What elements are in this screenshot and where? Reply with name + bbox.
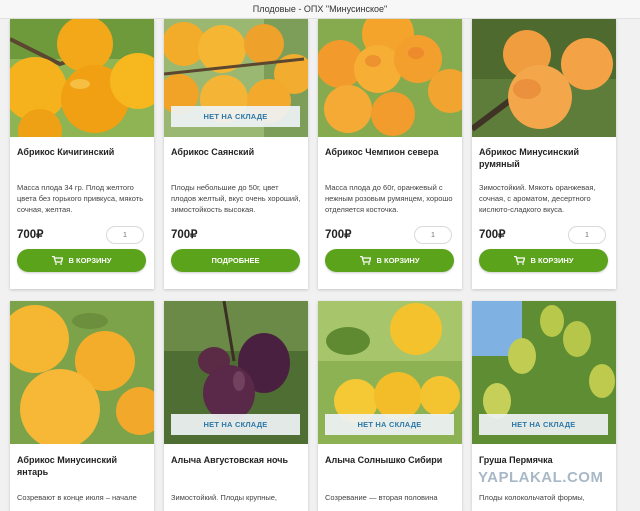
product-description: Плоды колокольчатой формы, — [479, 493, 585, 502]
out-of-stock-badge: НЕТ НА СКЛАДЕ — [171, 106, 300, 127]
product-card[interactable]: Абрикос Кичигинский Масса плода 34 гр. П… — [10, 19, 154, 289]
button-label: В КОРЗИНУ — [68, 256, 112, 265]
quantity-input[interactable]: 1 — [414, 226, 452, 244]
product-card[interactable]: Абрикос Минусинский румяный Зимостойкий.… — [472, 19, 616, 289]
product-description: Плоды небольшие до 50г, цвет плодов желт… — [171, 183, 301, 214]
product-image-apricot[interactable] — [318, 19, 462, 137]
product-image-apricot[interactable] — [472, 19, 616, 137]
product-image-apricot[interactable] — [10, 301, 154, 444]
watermark: YAPLAKAL.COM — [478, 469, 604, 486]
product-title[interactable]: Абрикос Минусинский румяный — [479, 146, 611, 170]
product-price: 700₽ — [17, 229, 44, 241]
out-of-stock-badge: НЕТ НА СКЛАДЕ — [171, 414, 300, 435]
product-description: Масса плода 34 гр. Плод желтого цвета бе… — [17, 183, 144, 214]
product-price: 700₽ — [479, 229, 506, 241]
product-card[interactable]: НЕТ НА СКЛАДЕ Абрикос Саянский Плоды неб… — [164, 19, 308, 289]
cart-icon — [51, 255, 63, 265]
product-description: Масса плода до 60г, оранжевый с нежным р… — [325, 183, 453, 214]
product-title[interactable]: Груша Пермячка — [479, 454, 611, 466]
product-card[interactable]: НЕТ НА СКЛАДЕ Алыча Солнышко Сибири Созр… — [318, 301, 462, 511]
product-card[interactable]: НЕТ НА СКЛАДЕ Алыча Августовская ночь Зи… — [164, 301, 308, 511]
product-title[interactable]: Абрикос Чемпион севера — [325, 146, 457, 158]
product-title[interactable]: Абрикос Минусинский янтарь — [17, 454, 149, 478]
cart-icon — [513, 255, 525, 265]
product-description: Зимостойкий. Мякоть оранжевая, сочная, с… — [479, 183, 596, 214]
product-description: Созревают в конце июля – начале — [17, 493, 137, 502]
product-description: Зимостойкий. Плоды крупные, — [171, 493, 278, 502]
details-button[interactable]: ПОДРОБНЕЕ — [171, 249, 300, 272]
out-of-stock-badge: НЕТ НА СКЛАДЕ — [479, 414, 608, 435]
product-image-apricot[interactable] — [10, 19, 154, 137]
button-label: В КОРЗИНУ — [376, 256, 420, 265]
add-to-cart-button[interactable]: В КОРЗИНУ — [479, 249, 608, 272]
quantity-input[interactable]: 1 — [568, 226, 606, 244]
product-title[interactable]: Абрикос Кичигинский — [17, 146, 149, 158]
product-price: 700₽ — [325, 229, 352, 241]
button-label: ПОДРОБНЕЕ — [211, 256, 260, 265]
product-card[interactable]: Абрикос Минусинский янтарь Созревают в к… — [10, 301, 154, 511]
add-to-cart-button[interactable]: В КОРЗИНУ — [325, 249, 454, 272]
product-title[interactable]: Абрикос Саянский — [171, 146, 303, 158]
button-label: В КОРЗИНУ — [530, 256, 574, 265]
cart-icon — [359, 255, 371, 265]
product-title[interactable]: Алыча Августовская ночь — [171, 454, 303, 466]
product-card[interactable]: Абрикос Чемпион севера Масса плода до 60… — [318, 19, 462, 289]
page-title: Плодовые - ОПХ "Минусинское" — [0, 0, 640, 19]
out-of-stock-badge: НЕТ НА СКЛАДЕ — [325, 414, 454, 435]
add-to-cart-button[interactable]: В КОРЗИНУ — [17, 249, 146, 272]
product-description: Созревание — вторая половина — [325, 493, 438, 502]
product-title[interactable]: Алыча Солнышко Сибири — [325, 454, 457, 466]
product-price: 700₽ — [171, 229, 198, 241]
quantity-input[interactable]: 1 — [106, 226, 144, 244]
